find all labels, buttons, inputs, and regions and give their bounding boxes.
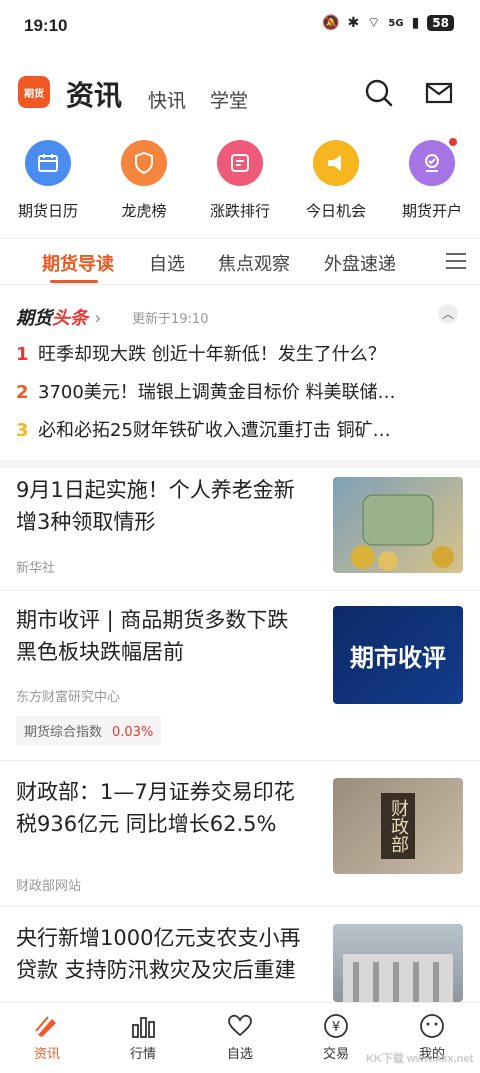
tab-overseas[interactable]: 外盘速递 (324, 250, 396, 276)
shortcut-label: 期货开户 (401, 202, 462, 220)
tab-focus[interactable]: 焦点观察 (218, 250, 290, 276)
headline-item[interactable]: 2 3700美元！瑞银上调黄金目标价 料美联储… (16, 378, 456, 404)
tab-kuaixun[interactable]: 快讯 (148, 86, 186, 113)
shortcut-ranking[interactable]: 涨跌排行 (194, 140, 286, 221)
bluetooth-icon: ✱ (347, 15, 360, 31)
menu-icon[interactable] (446, 252, 466, 270)
shield-icon (121, 140, 167, 186)
headline-rank: 2 (16, 382, 29, 403)
index-tag[interactable]: 期货综合指数 0.03% (16, 716, 162, 745)
headline-rank: 1 (16, 344, 29, 365)
collapse-icon[interactable]: ︿ (438, 304, 458, 324)
nav-label: 行情 (129, 1047, 156, 1062)
yuan-icon: ¥ (324, 1014, 348, 1038)
news-title[interactable]: 财政部：1—7月证券交易印花税936亿元 同比增长62.5% (16, 776, 312, 840)
shortcut-label: 今日机会 (305, 202, 366, 220)
shortcut-label: 涨跌排行 (209, 202, 270, 220)
news-source: 新华社 (16, 561, 56, 576)
headline-updated: 更新于19:10 (132, 312, 209, 327)
news-image-ministry[interactable]: 财政部 (333, 778, 463, 874)
tab-watchlist[interactable]: 自选 (149, 250, 185, 276)
headline-item[interactable]: 3 必和必拓25财年铁矿收入遭沉重打击 铜矿… (16, 416, 456, 442)
shortcut-open-account[interactable]: 期货开户 (386, 138, 478, 221)
shortcut-label: 龙虎榜 (121, 202, 167, 220)
tab-futures-guide[interactable]: 期货导读 (42, 250, 114, 276)
news-source: 财政部网站 (16, 879, 82, 894)
nav-label: 资讯 (33, 1047, 60, 1062)
wifi-icon: ⌔ (367, 15, 381, 31)
divider (0, 590, 480, 591)
status-time: 19:10 (24, 16, 68, 35)
nav-news[interactable]: 资讯 (12, 1013, 82, 1062)
nav-label: 自选 (226, 1047, 253, 1062)
battery-icon: 58 (427, 15, 454, 31)
headline-text: 3700美元！瑞银上调黄金目标价 料美联储… (38, 382, 396, 403)
shortcut-dragon-tiger[interactable]: 龙虎榜 (98, 140, 190, 221)
account-icon (409, 138, 457, 186)
heart-icon (228, 1014, 252, 1037)
active-tab-indicator (50, 280, 98, 283)
mail-icon[interactable] (424, 78, 454, 108)
search-icon[interactable] (364, 78, 394, 108)
status-bar: 19:10 🔕 ✱ ⌔ 5G ▮ 58 (0, 0, 480, 52)
page-title: 资讯 (66, 79, 123, 112)
divider (0, 284, 480, 285)
divider (0, 238, 480, 239)
index-tag-value: 0.03% (112, 725, 154, 740)
network-label: 5G (388, 17, 404, 29)
news-source: 东方财富研究中心 (16, 690, 121, 705)
nav-market[interactable]: 行情 (108, 1013, 178, 1062)
headline-logo-a: 期货 (16, 308, 52, 329)
mute-icon: 🔕 (322, 15, 340, 31)
headline-item[interactable]: 1 旺季却现大跌 创近十年新低！发生了什么？ (16, 340, 456, 366)
divider (0, 760, 480, 761)
nav-label: 交易 (322, 1047, 349, 1062)
shortcut-calendar[interactable]: 期货日历 (2, 140, 94, 221)
news-image-text: 财政部 (381, 793, 415, 859)
chart-bars-icon (132, 1017, 155, 1038)
chevron-right-icon: › (94, 308, 102, 329)
notification-dot (449, 138, 457, 146)
megaphone-icon (313, 140, 359, 186)
index-tag-label: 期货综合指数 (24, 725, 103, 740)
news-image-market-close[interactable]: 期市收评 (333, 606, 463, 704)
nav-watchlist[interactable]: 自选 (205, 1013, 275, 1062)
news-nav-icon (35, 1016, 56, 1037)
news-title[interactable]: 期市收评 | 商品期货多数下跌 黑色板块跌幅居前 (16, 604, 312, 668)
headline-logo-b: 头条 (52, 308, 88, 329)
section-divider (0, 460, 480, 468)
watermark-text: KK下载 www.kkx.net (366, 1053, 474, 1065)
headline-rank: 3 (16, 420, 29, 441)
list-icon (217, 140, 263, 186)
news-title[interactable]: 9月1日起实施！个人养老金新增3种领取情形 (16, 474, 312, 538)
headline-text: 必和必拓25财年铁矿收入遭沉重打击 铜矿… (38, 420, 391, 441)
news-image-money[interactable] (333, 477, 463, 573)
news-image-text: 期市收评 (350, 643, 446, 672)
watermark: KK下载 www.kkx.net (360, 1016, 473, 1066)
svg-text:¥: ¥ (332, 1020, 340, 1035)
shortcut-opportunity[interactable]: 今日机会 (290, 140, 382, 221)
headline-logo[interactable]: 期货头条 › (16, 304, 101, 330)
status-icons: 🔕 ✱ ⌔ 5G ▮ 58 (322, 14, 454, 32)
tab-xuetang[interactable]: 学堂 (210, 86, 248, 113)
headline-text: 旺季却现大跌 创近十年新低！发生了什么？ (38, 344, 386, 365)
news-image-central-bank[interactable] (333, 924, 463, 1002)
calendar-icon (25, 140, 71, 186)
shortcut-label: 期货日历 (17, 202, 78, 220)
divider (0, 906, 480, 907)
news-title[interactable]: 央行新增1000亿元支农支小再贷款 支持防汛救灾及灾后重建 (16, 922, 312, 1002)
app-logo: 期货 (18, 76, 50, 108)
signal-icon: ▮ (411, 15, 420, 31)
